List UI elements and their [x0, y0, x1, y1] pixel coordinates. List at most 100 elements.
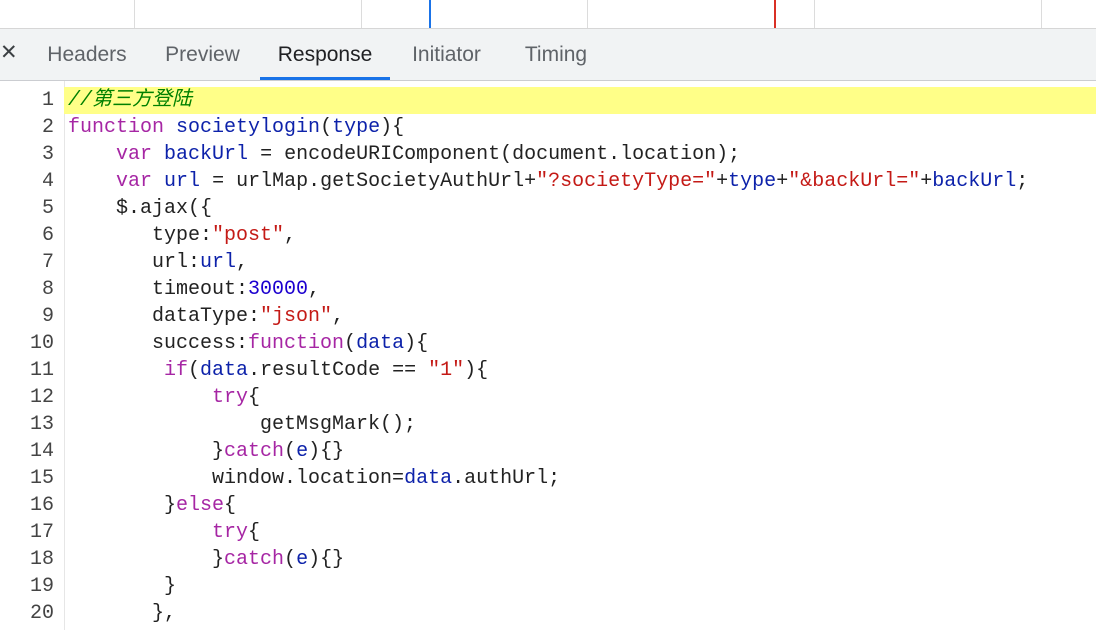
tab-preview[interactable]: Preview [164, 29, 241, 80]
code-token: backUrl [164, 143, 249, 166]
line-number: 9 [41, 305, 54, 328]
code-line[interactable]: 1 //第三方登陆 [0, 87, 1096, 114]
code-token: ){} [308, 440, 345, 463]
response-code-viewer[interactable]: 1//第三方登陆 2 function societylogin(type){3 v… [0, 81, 1096, 630]
code-text: dataType:"json", [64, 303, 1096, 330]
code-line[interactable]: 19 } [0, 573, 1096, 600]
code-line[interactable]: 12 try{ [0, 384, 1096, 411]
code-token: e [296, 440, 309, 463]
code-token: , [332, 305, 345, 328]
code-text: try{ [64, 519, 1096, 546]
code-token: } [68, 440, 225, 463]
code-line[interactable]: 9 dataType:"json", [0, 303, 1096, 330]
code-token: data [404, 467, 453, 490]
code-token: dataType: [68, 305, 261, 328]
line-number: 13 [29, 413, 54, 436]
code-token: + [776, 170, 789, 193]
tab-headers[interactable]: Headers [46, 29, 128, 80]
code-line[interactable]: 4 var url = urlMap.getSocietyAuthUrl+"?s… [0, 168, 1096, 195]
code-line[interactable]: 16 }else{ [0, 492, 1096, 519]
tab-timing[interactable]: Timing [522, 29, 590, 80]
line-number: 15 [29, 467, 54, 490]
code-token: try [212, 386, 249, 409]
code-token: type [728, 170, 777, 193]
code-line[interactable]: 5 $.ajax({ [0, 195, 1096, 222]
code-token: } [68, 575, 177, 598]
line-number: 5 [41, 197, 54, 220]
code-token: data [356, 332, 405, 355]
code-line[interactable]: 20 }, [0, 600, 1096, 627]
code-token: = urlMap.getSocietyAuthUrl+ [200, 170, 537, 193]
code-line[interactable]: 10 success:function(data){ [0, 330, 1096, 357]
code-text: window.location=data.authUrl; [64, 465, 1096, 492]
line-number: 10 [29, 332, 54, 355]
code-line[interactable]: 8 timeout:30000, [0, 276, 1096, 303]
timeline-gridline [1041, 0, 1042, 28]
line-number: 18 [29, 548, 54, 571]
line-number: 1 [41, 89, 54, 112]
code-line[interactable]: 11 if(data.resultCode == "1"){ [0, 357, 1096, 384]
code-token: timeout: [68, 278, 249, 301]
close-icon[interactable]: ✕ [0, 40, 18, 66]
tab-initiator[interactable]: Initiator [407, 29, 486, 80]
code-line[interactable]: 15 window.location=data.authUrl; [0, 465, 1096, 492]
dom-content-loaded-marker [429, 0, 431, 28]
code-text: try{ [64, 384, 1096, 411]
code-token: getMsgMark(); [68, 413, 417, 436]
code-line[interactable]: 13 getMsgMark(); [0, 411, 1096, 438]
code-token: type: [68, 224, 213, 247]
code-token: "post" [212, 224, 285, 247]
code-token: .resultCode == [248, 359, 429, 382]
code-token: .authUrl; [452, 467, 561, 490]
tab-label: Response [277, 43, 373, 66]
network-timeline[interactable] [0, 0, 1096, 29]
active-tab-indicator [260, 77, 390, 80]
line-number: 17 [29, 521, 54, 544]
code-token: ){ [464, 359, 489, 382]
code-line[interactable]: 18 }catch(e){} [0, 546, 1096, 573]
code-token: } [68, 548, 225, 571]
line-number: 16 [29, 494, 54, 517]
line-number: 3 [41, 143, 54, 166]
code-token: url [164, 170, 201, 193]
code-text: url:url, [64, 249, 1096, 276]
code-token: ( [344, 332, 357, 355]
code-token: try [212, 521, 249, 544]
code-token: type [332, 116, 381, 139]
code-line[interactable]: 14 }catch(e){} [0, 438, 1096, 465]
code-text: timeout:30000, [64, 276, 1096, 303]
line-number: 6 [41, 224, 54, 247]
code-text: }catch(e){} [64, 546, 1096, 573]
line-number: 2 [41, 116, 54, 139]
code-text: type:"post", [64, 222, 1096, 249]
code-token: catch [224, 548, 285, 571]
timeline-gridline [587, 0, 588, 28]
code-line[interactable]: 6 type:"post", [0, 222, 1096, 249]
code-text: if(data.resultCode == "1"){ [64, 357, 1096, 384]
line-number: 7 [41, 251, 54, 274]
line-number: 12 [29, 386, 54, 409]
code-token: , [308, 278, 321, 301]
code-line[interactable]: 2 function societylogin(type){ [0, 114, 1096, 141]
code-line[interactable]: 17 try{ [0, 519, 1096, 546]
code-token: ( [284, 548, 297, 571]
code-line[interactable]: 7 url:url, [0, 249, 1096, 276]
code-token: function [68, 116, 165, 139]
code-token: $.ajax({ [68, 197, 213, 220]
detail-tab-bar: ✕ Headers Preview Response Initiator Timing [0, 29, 1096, 81]
tab-label: Initiator [412, 43, 481, 66]
line-number: 8 [41, 278, 54, 301]
tab-response[interactable]: Response [260, 29, 390, 80]
code-token: data [200, 359, 249, 382]
code-text: var url = urlMap.getSocietyAuthUrl+"?soc… [64, 168, 1096, 195]
code-token: "?societyType=" [536, 170, 717, 193]
code-token: url [200, 251, 237, 274]
code-line[interactable]: 3 var backUrl = encodeURIComponent(docum… [0, 141, 1096, 168]
code-token: "1" [428, 359, 465, 382]
code-token: { [224, 494, 237, 517]
line-number: 4 [41, 170, 54, 193]
